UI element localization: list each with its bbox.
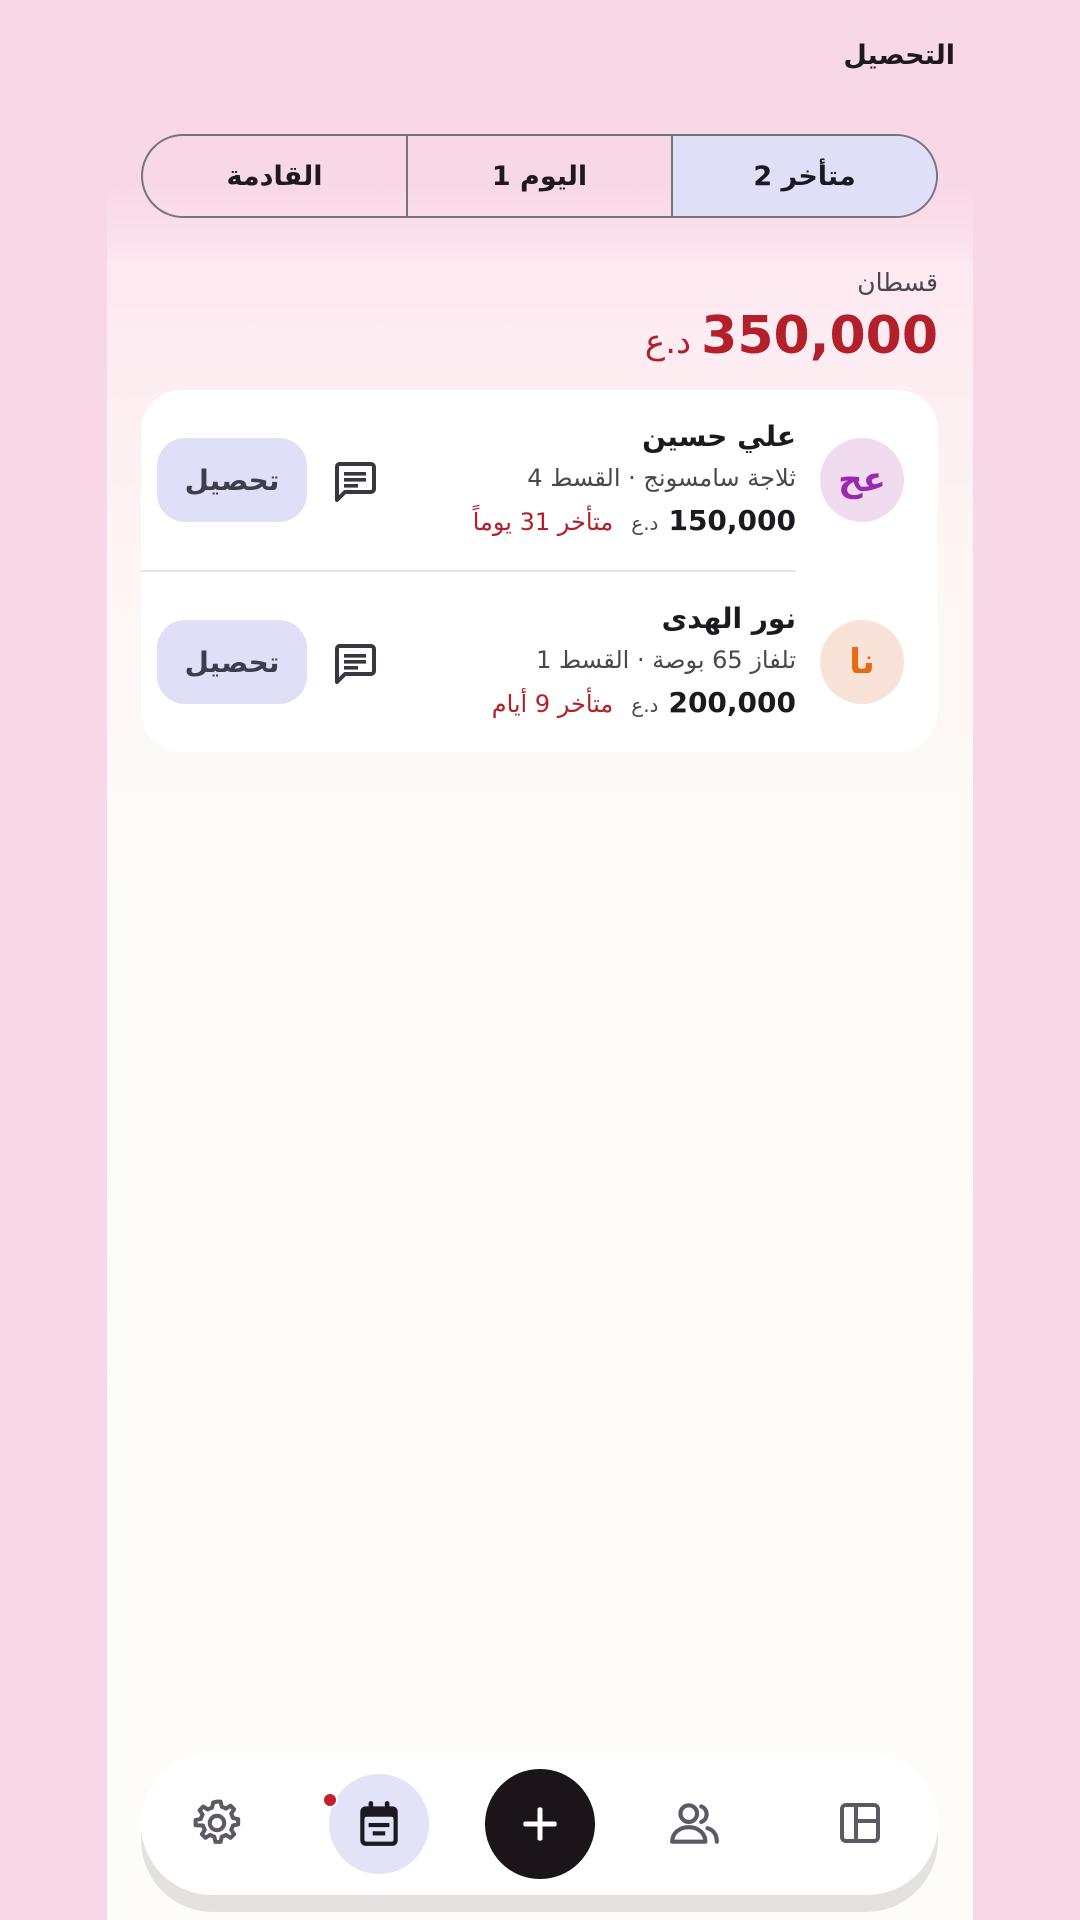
tab-upcoming[interactable]: القادمة bbox=[143, 136, 406, 216]
nav-collection[interactable] bbox=[329, 1774, 429, 1874]
overdue-label: متأخر 9 أيام bbox=[491, 690, 614, 718]
installment-description: تلفاز 65 بوصة · القسط 1 bbox=[536, 646, 796, 674]
list-item: نا نور الهدى تلفاز 65 بوصة · القسط 1 200… bbox=[141, 572, 938, 753]
settings-icon bbox=[193, 1799, 241, 1844]
installment-amount: 200,000 bbox=[668, 686, 796, 719]
list-item: عح علي حسين ثلاجة سامسونج · القسط 4 150,… bbox=[141, 390, 938, 571]
plus-icon bbox=[523, 1807, 557, 1841]
nav-add-button[interactable] bbox=[485, 1769, 595, 1879]
installments-list: عح علي حسين ثلاجة سامسونج · القسط 4 150,… bbox=[141, 390, 938, 752]
customers-icon bbox=[670, 1803, 719, 1844]
currency-label: د.ع bbox=[631, 693, 659, 717]
avatar: عح bbox=[820, 438, 904, 522]
page-title: التحصيل bbox=[843, 40, 955, 71]
amount-line: 150,000 د.ع متأخر 31 يوماً bbox=[473, 504, 796, 537]
tab-overdue[interactable]: متأخر 2 bbox=[671, 136, 936, 216]
customer-name: علي حسين bbox=[642, 420, 796, 453]
notification-dot bbox=[322, 1792, 338, 1808]
summary-count-label: قسطان bbox=[857, 268, 938, 297]
amount-line: 200,000 د.ع متأخر 9 أيام bbox=[492, 686, 796, 719]
collect-button[interactable]: تحصيل bbox=[157, 620, 307, 704]
filter-tabs: متأخر 2 اليوم 1 القادمة bbox=[141, 134, 938, 218]
currency-label: د.ع bbox=[631, 511, 659, 535]
nav-settings[interactable] bbox=[190, 1796, 244, 1850]
collect-button[interactable]: تحصيل bbox=[157, 438, 307, 522]
app-screen bbox=[107, 0, 973, 1920]
summary-total: 350,000 د.ع bbox=[645, 306, 938, 366]
overdue-label: متأخر 31 يوماً bbox=[472, 508, 614, 536]
message-icon[interactable] bbox=[331, 640, 379, 688]
summary-currency: د.ع bbox=[644, 322, 692, 362]
avatar: نا bbox=[820, 620, 904, 704]
message-icon[interactable] bbox=[331, 458, 379, 506]
collection-calendar-icon bbox=[360, 1801, 398, 1846]
nav-dashboard[interactable] bbox=[835, 1798, 885, 1848]
installment-description: ثلاجة سامسونج · القسط 4 bbox=[527, 464, 796, 492]
tab-today[interactable]: اليوم 1 bbox=[406, 136, 671, 216]
customer-name: نور الهدى bbox=[661, 602, 796, 635]
bottom-navigation bbox=[141, 1753, 938, 1895]
summary-amount: 350,000 bbox=[701, 306, 938, 366]
installment-amount: 150,000 bbox=[668, 504, 796, 537]
nav-customers[interactable] bbox=[668, 1798, 722, 1848]
dashboard-icon bbox=[840, 1803, 880, 1843]
